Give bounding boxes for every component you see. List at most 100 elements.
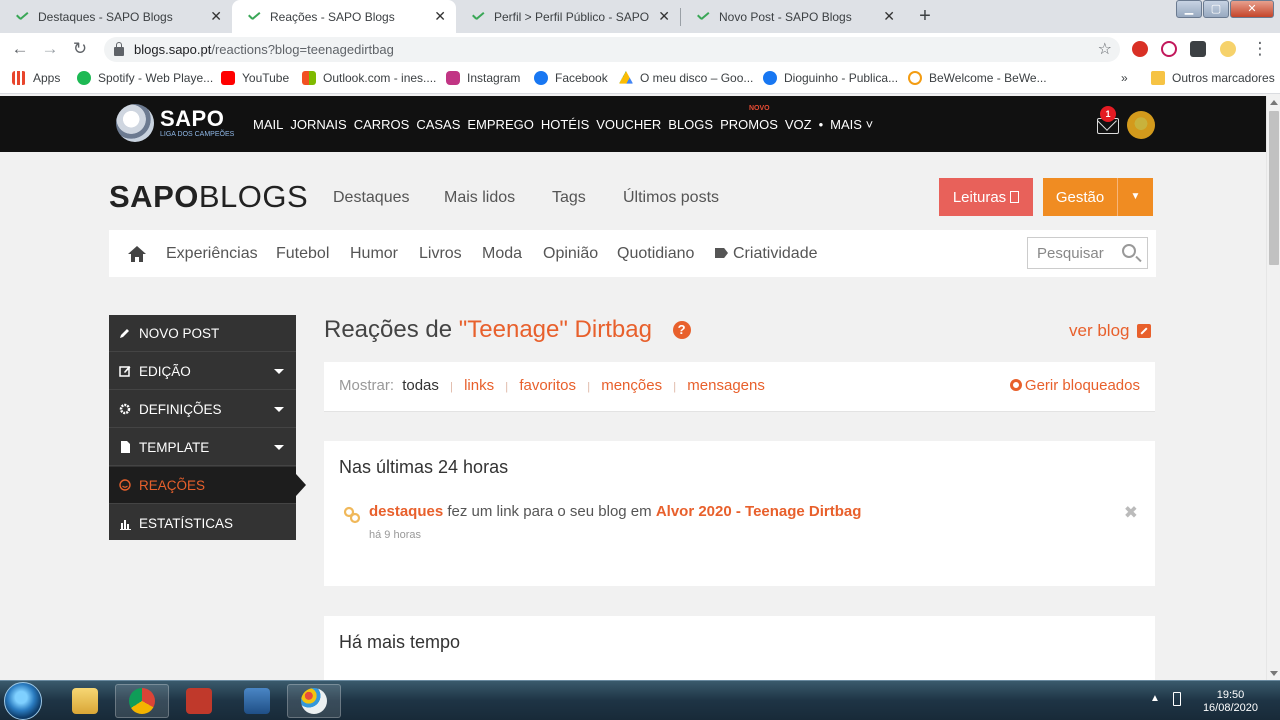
bookmark-spotify[interactable]: Spotify - Web Playe... [77,71,213,85]
sidebar-item-reacoes[interactable]: REAÇÕES [109,467,296,504]
tab-perfil[interactable]: Perfil > Perfil Público - SAPO Blo ✕ [456,0,680,33]
menu-carros[interactable]: CARROS [354,117,410,132]
filter-links[interactable]: links [464,377,494,394]
browser-menu-icon[interactable]: ⋮ [1250,39,1270,59]
bookmark-youtube[interactable]: YouTube [221,71,289,85]
category-livros[interactable]: Livros [419,245,462,263]
sapo-favicon-icon [470,9,486,25]
gestao-dropdown-caret[interactable]: ▼ [1117,178,1153,216]
category-quotidiano[interactable]: Quotidiano [617,245,694,263]
taskbar-chrome[interactable] [115,684,169,718]
nav-tags[interactable]: Tags [552,189,586,207]
scroll-up-arrow-icon[interactable] [1270,100,1278,105]
scrollbar-thumb[interactable] [1269,111,1279,265]
nav-mais-lidos[interactable]: Mais lidos [444,189,515,207]
sapo-blogs-brand[interactable]: SAPOBLOGS [109,179,308,215]
filter-mensagens[interactable]: mensagens [687,377,765,394]
leituras-button[interactable]: Leituras [939,178,1033,216]
maximize-button[interactable]: ▢ [1203,0,1229,18]
gestao-button[interactable]: Gestão [1043,178,1117,216]
menu-hoteis[interactable]: HOTÉIS [541,117,589,132]
close-tab-icon[interactable]: ✕ [210,8,222,25]
windows-start-button[interactable] [4,682,42,720]
forward-arrow-icon[interactable]: → [40,39,60,59]
system-clock[interactable]: 19:50 16/08/2020 [1203,689,1258,715]
bookmark-star-icon[interactable]: ☆ [1098,39,1112,59]
menu-mais[interactable]: MAIS ˅ [830,117,873,132]
new-tab-button[interactable]: + [914,6,936,28]
category-moda[interactable]: Moda [482,245,522,263]
category-opiniao[interactable]: Opinião [543,245,598,263]
reaction-user-link[interactable]: destaques [369,503,443,520]
reload-icon[interactable]: ↻ [70,39,90,59]
category-humor[interactable]: Humor [350,245,398,263]
sidebar-item-definicoes[interactable]: DEFINIÇÕES [109,391,296,428]
category-experiencias[interactable]: Experiências [166,245,258,263]
filter-todas[interactable]: todas [402,377,439,394]
sidebar-item-edicao[interactable]: EDIÇÃO [109,353,296,390]
close-tab-icon[interactable]: ✕ [658,8,670,25]
taskbar-paint[interactable] [287,684,341,718]
gerir-bloqueados-link[interactable]: Gerir bloqueados [1009,377,1140,394]
menu-voz[interactable]: VOZ [785,117,812,132]
bookmark-google-drive[interactable]: O meu disco – Goo... [619,71,753,85]
menu-mail[interactable]: MAIL [253,117,283,132]
menu-promos[interactable]: PROMOS [720,117,778,132]
close-tab-icon[interactable]: ✕ [434,8,446,25]
bookmark-instagram[interactable]: Instagram [446,71,520,85]
bookmark-outlook[interactable]: Outlook.com - ines.... [302,71,436,85]
bookmark-apps[interactable]: Apps [12,71,60,85]
tab-destaques[interactable]: Destaques - SAPO Blogs ✕ [0,0,232,33]
tray-expand-icon[interactable]: ▲ [1150,693,1160,704]
address-bar[interactable]: blogs.sapo.pt/reactions?blog=teenagedirt… [104,37,1120,62]
extension-icon[interactable] [1132,41,1148,57]
close-tab-icon[interactable]: ✕ [883,8,895,25]
bookmark-bewelcome[interactable]: BeWelcome - BeWe... [908,71,1047,85]
sidebar-item-template[interactable]: TEMPLATE [109,429,296,466]
menu-voucher[interactable]: VOUCHER [596,117,661,132]
taskbar-explorer[interactable] [58,684,112,718]
taskbar-network[interactable] [230,684,284,718]
profile-avatar[interactable] [1220,41,1236,57]
reaction-post-link[interactable]: Alvor 2020 - Teenage Dirtbag [656,503,862,520]
bookmark-dioguinho[interactable]: Dioguinho - Publica... [763,71,898,85]
taskbar-antivirus[interactable] [172,684,226,718]
minimize-button[interactable]: ▁ [1176,0,1202,18]
help-icon[interactable]: ? [672,321,691,339]
battery-icon[interactable] [1173,692,1181,706]
menu-emprego[interactable]: EMPREGO [467,117,533,132]
category-label: Criatividade [733,245,818,262]
menu-casas[interactable]: CASAS [416,117,460,132]
close-window-button[interactable]: ✕ [1230,0,1274,18]
title-blog-name[interactable]: "Teenage" Dirtbag [459,316,652,343]
champions-ball-icon [116,104,154,142]
menu-blogs[interactable]: BLOGS [668,117,713,132]
sapo-logo[interactable]: SAPO LIGA DOS CAMPEÕES [116,104,234,142]
category-criatividade[interactable]: Criatividade [715,245,817,263]
extensions-puzzle-icon[interactable] [1190,41,1206,57]
scroll-down-arrow-icon[interactable] [1270,671,1278,676]
sidebar-item-estatisticas[interactable]: ESTATÍSTICAS [109,505,296,542]
user-avatar[interactable] [1127,111,1155,139]
sidebar-item-novo-post[interactable]: NOVO POST [109,315,296,352]
other-bookmarks[interactable]: Outros marcadores [1151,71,1275,85]
filter-favoritos[interactable]: favoritos [519,377,576,394]
filter-mencoes[interactable]: menções [601,377,662,394]
ver-blog-link[interactable]: ver blog [1069,321,1152,341]
bookmark-facebook[interactable]: Facebook [534,71,608,85]
dismiss-reaction-icon[interactable]: ✖ [1124,503,1138,523]
category-futebol[interactable]: Futebol [276,245,329,263]
back-arrow-icon[interactable]: ← [10,39,30,59]
page-scrollbar[interactable] [1266,96,1280,680]
nav-destaques[interactable]: Destaques [333,189,410,207]
bookmark-label: Spotify - Web Playe... [98,71,214,85]
tab-novo-post[interactable]: Novo Post - SAPO Blogs ✕ [681,0,905,33]
extension-download-icon[interactable] [1161,41,1177,57]
menu-jornais[interactable]: JORNAIS [290,117,346,132]
search-icon[interactable] [1122,244,1136,258]
tab-reacoes[interactable]: Reações - SAPO Blogs ✕ [232,0,456,33]
bookmarks-overflow[interactable]: » [1121,71,1128,85]
nav-ultimos-posts[interactable]: Últimos posts [623,189,719,207]
external-link-icon [1137,324,1152,338]
home-icon[interactable] [127,244,147,264]
